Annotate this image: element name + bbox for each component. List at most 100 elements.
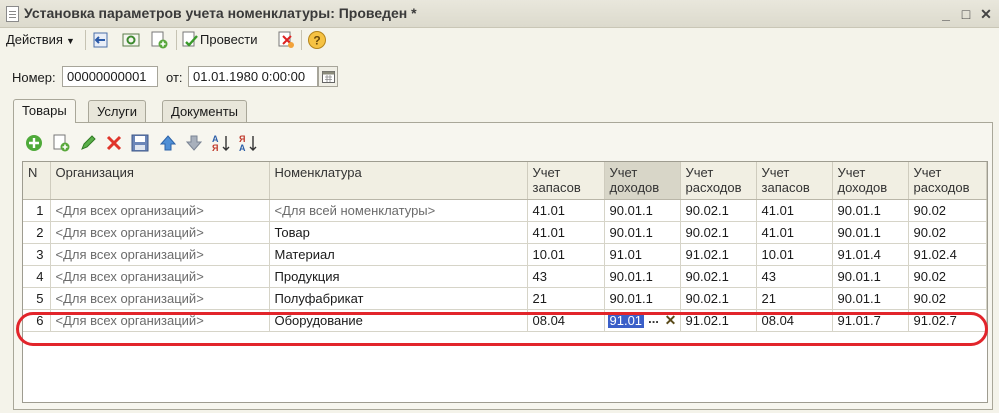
table-cell[interactable]: 43 [756,265,833,288]
table-cell[interactable]: 08.04 [527,309,605,332]
unpost-document-icon[interactable] [276,30,296,50]
table-cell[interactable]: 41.01 [527,221,605,244]
save-icon[interactable] [130,133,150,153]
move-down-icon[interactable] [184,133,204,153]
sort-ascending-icon[interactable]: А Я [211,133,231,153]
table-cell[interactable]: Товар [269,221,528,244]
table-cell[interactable]: 90.01.1 [832,265,909,288]
table-cell[interactable]: Полуфабрикат [269,287,528,310]
minimize-button[interactable]: _ [938,6,954,22]
maximize-button[interactable]: □ [958,6,974,22]
copy-row-icon[interactable] [51,133,71,153]
table-cell[interactable]: 90.02 [908,199,987,222]
table-cell[interactable]: 91.02.4 [908,243,987,266]
column-header[interactable]: Организация [50,162,270,200]
actions-menu-button[interactable]: Действия ▼ [6,32,75,47]
column-header[interactable]: N [23,162,51,200]
table-cell[interactable]: 90.01.1 [604,265,681,288]
date-field[interactable]: 01.01.1980 0:00:00 [188,66,318,87]
table-row[interactable]: 1 <Для всех организаций> <Для всей номен… [23,199,987,222]
table-cell[interactable]: 91.01 [604,243,681,266]
table-cell[interactable]: 91.02.1 [680,243,757,266]
exit-icon[interactable] [91,30,111,50]
table-cell[interactable]: Оборудование [269,309,528,332]
date-label: от: [166,70,183,85]
table-cell[interactable]: 10.01 [527,243,605,266]
table-row-editing[interactable]: 6 <Для всех организаций> Оборудование 08… [23,309,987,332]
post-label: Провести [200,32,258,47]
table-cell[interactable]: <Для всех организаций> [50,309,270,332]
table-cell[interactable]: 41.01 [756,221,833,244]
tab-goods[interactable]: Товары [13,99,76,123]
column-header[interactable]: Учет расходов [680,162,757,200]
delete-row-icon[interactable] [104,133,124,153]
table-cell[interactable]: 90.02 [908,265,987,288]
table-cell[interactable]: 91.02.1 [680,309,757,332]
table-cell[interactable]: 90.01.1 [832,221,909,244]
column-header[interactable]: Учет доходов [832,162,909,200]
table-cell[interactable]: 91.02.7 [908,309,987,332]
table-cell[interactable]: Продукция [269,265,528,288]
table-cell[interactable]: 90.02 [908,287,987,310]
number-field[interactable]: 00000000001 [62,66,158,87]
table-cell[interactable]: 41.01 [756,199,833,222]
income-account-input[interactable]: 91.01 [607,312,645,328]
table-cell[interactable]: 3 [23,243,51,266]
table-cell[interactable]: 08.04 [756,309,833,332]
table-cell[interactable]: <Для всех организаций> [50,221,270,244]
column-header[interactable]: Учет доходов [604,162,681,200]
table-cell[interactable]: 10.01 [756,243,833,266]
table-cell[interactable]: <Для всех организаций> [50,199,270,222]
table-cell[interactable]: Материал [269,243,528,266]
table-cell[interactable]: 41.01 [527,199,605,222]
post-document-icon [182,31,198,47]
tab-services[interactable]: Услуги [88,100,146,122]
select-value-button[interactable]: ... [643,312,665,329]
calendar-button[interactable] [318,66,338,87]
move-up-icon[interactable] [158,133,178,153]
table-row[interactable]: 3 <Для всех организаций> Материал 10.01 … [23,243,987,266]
table-cell[interactable]: 90.02.1 [680,265,757,288]
table-cell[interactable]: <Для всей номенклатуры> [269,199,528,222]
editing-cell[interactable]: 91.01 ... ✕ [604,309,681,332]
table-row[interactable]: 4 <Для всех организаций> Продукция 43 90… [23,265,987,288]
column-header[interactable]: Номенклатура [269,162,528,200]
table-cell[interactable]: <Для всех организаций> [50,287,270,310]
table-cell[interactable]: 5 [23,287,51,310]
post-button[interactable]: Провести [182,31,258,47]
help-icon[interactable]: ? [307,30,327,50]
copy-document-icon[interactable] [149,30,169,50]
table-cell[interactable]: 1 [23,199,51,222]
table-cell[interactable]: 90.02.1 [680,287,757,310]
column-header[interactable]: Учет расходов [908,162,987,200]
table-cell[interactable]: 90.02.1 [680,199,757,222]
table-row[interactable]: 5 <Для всех организаций> Полуфабрикат 21… [23,287,987,310]
table-cell[interactable]: 91.01.4 [832,243,909,266]
refresh-icon[interactable] [121,30,141,50]
table-cell[interactable]: <Для всех организаций> [50,265,270,288]
table-cell[interactable]: 90.02.1 [680,221,757,244]
add-row-icon[interactable] [24,133,44,153]
close-button[interactable]: ✕ [978,6,994,22]
table-cell[interactable]: 4 [23,265,51,288]
table-cell[interactable]: 6 [23,309,51,332]
table-cell[interactable]: 91.01.7 [832,309,909,332]
column-header[interactable]: Учет запасов [527,162,605,200]
table-cell[interactable]: 90.01.1 [604,199,681,222]
table-cell[interactable]: 90.02 [908,221,987,244]
column-header[interactable]: Учет запасов [756,162,833,200]
tab-documents[interactable]: Документы [162,100,248,122]
table-cell[interactable]: 43 [527,265,605,288]
table-cell[interactable]: 2 [23,221,51,244]
table-cell[interactable]: 21 [527,287,605,310]
table-cell[interactable]: 90.01.1 [832,287,909,310]
table-row[interactable]: 2 <Для всех организаций> Товар 41.01 90.… [23,221,987,244]
table-cell[interactable]: 90.01.1 [832,199,909,222]
table-cell[interactable]: 21 [756,287,833,310]
table-cell[interactable]: 90.01.1 [604,221,681,244]
table-cell[interactable]: <Для всех организаций> [50,243,270,266]
sort-descending-icon[interactable]: Я А [238,133,258,153]
clear-value-button[interactable]: ✕ [663,311,679,329]
table-cell[interactable]: 90.01.1 [604,287,681,310]
edit-row-icon[interactable] [78,133,98,153]
